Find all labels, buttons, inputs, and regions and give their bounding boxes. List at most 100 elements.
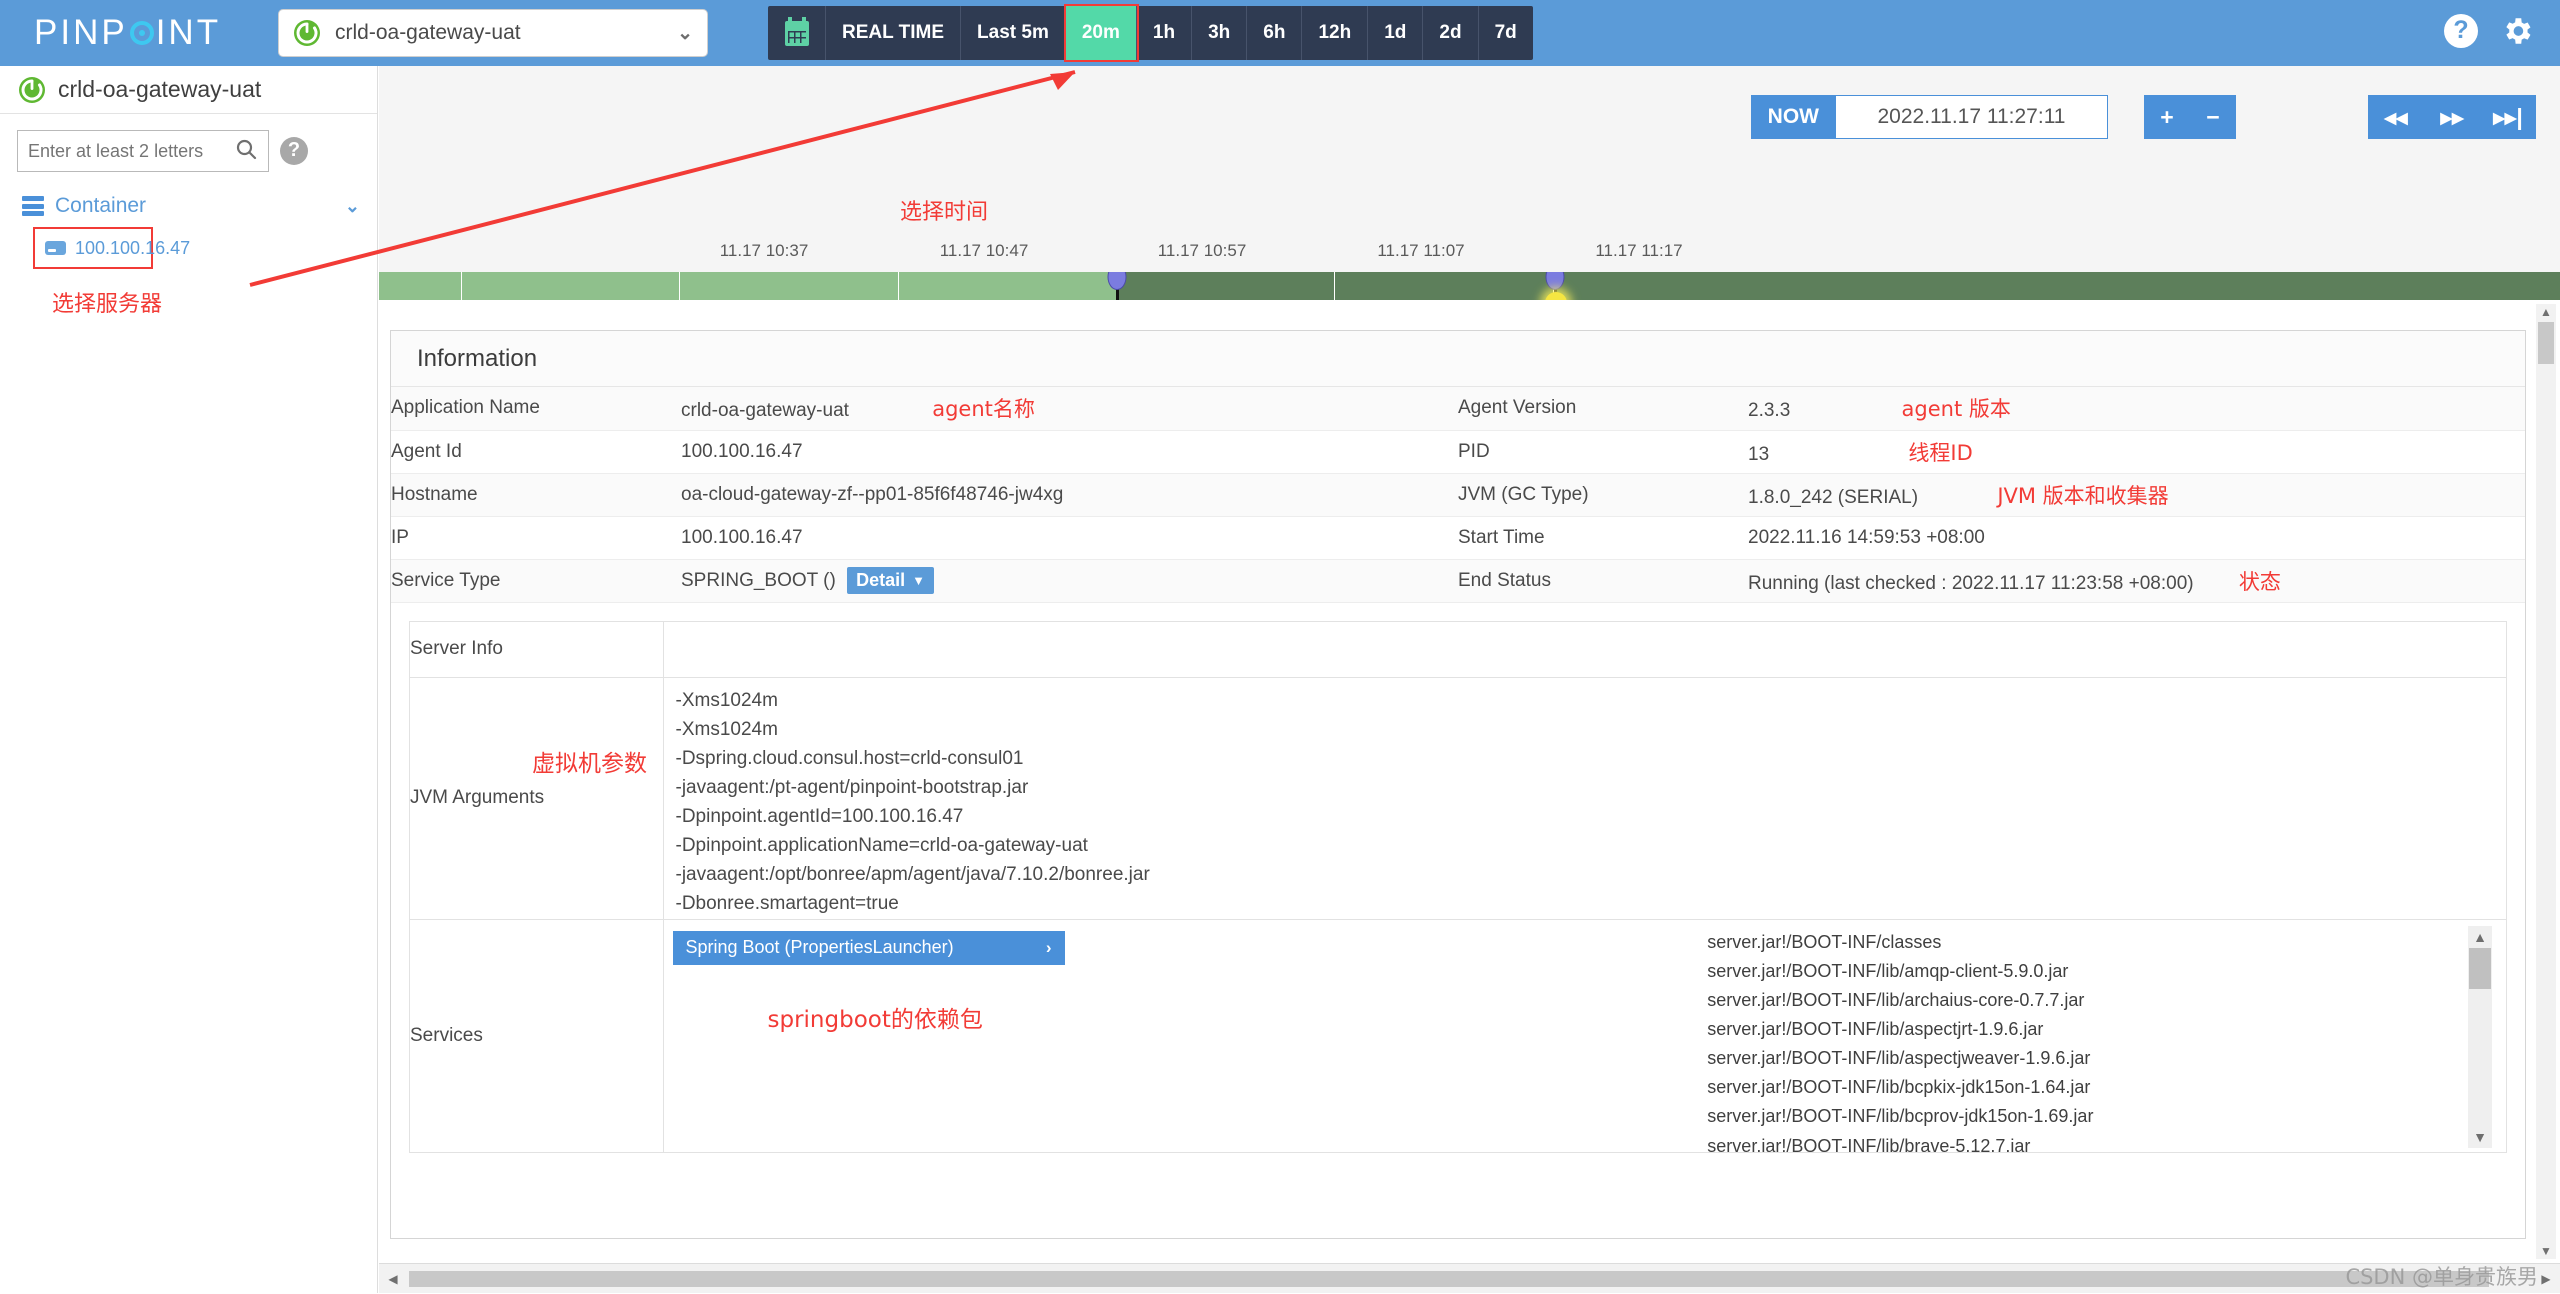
chevron-right-icon: › bbox=[1046, 938, 1052, 958]
range-1d[interactable]: 1d bbox=[1368, 6, 1423, 60]
scroll-left-icon[interactable]: ◀ bbox=[381, 1264, 405, 1294]
row-value: 13 线程ID bbox=[1748, 430, 2525, 473]
sidebar-item-agent-node[interactable]: 100.100.16.47 bbox=[33, 227, 153, 269]
search-box[interactable] bbox=[17, 130, 269, 172]
table-row: Service Type SPRING_BOOT () Detail ▼ End… bbox=[391, 559, 2525, 602]
zoom-out-button[interactable]: − bbox=[2190, 95, 2236, 139]
jvm-arguments-value: -Xms1024m -Xms1024m -Dspring.cloud.consu… bbox=[663, 678, 2506, 920]
scrollbar-thumb[interactable] bbox=[2538, 322, 2554, 364]
row-key: Hostname bbox=[391, 473, 681, 516]
jvm-arg: -javaagent:/opt/bonree/apm/agent/java/7.… bbox=[676, 860, 2507, 889]
main-content: Information Application Name crld-oa-gat… bbox=[379, 300, 2560, 1263]
help-icon[interactable]: ? bbox=[2444, 14, 2478, 48]
now-button[interactable]: NOW bbox=[1751, 95, 1836, 139]
scroll-down-icon[interactable]: ▼ bbox=[2468, 1128, 2492, 1146]
logo-text-before: PINP bbox=[34, 13, 128, 53]
scroll-up-icon[interactable]: ▲ bbox=[2536, 304, 2556, 320]
table-row: Application Name crld-oa-gateway-uat age… bbox=[391, 387, 2525, 430]
sidebar-group-container[interactable]: Container ⌄ bbox=[22, 194, 360, 218]
row-value: Running (last checked : 2022.11.17 11:23… bbox=[1748, 559, 2525, 602]
page-title: Information bbox=[391, 331, 2525, 387]
content-vertical-scrollbar[interactable]: ▲ ▼ bbox=[2536, 304, 2556, 1259]
row-key: Application Name bbox=[391, 387, 681, 430]
search-input[interactable] bbox=[28, 141, 228, 162]
sidebar-item-label: 100.100.16.47 bbox=[75, 238, 190, 259]
content-horizontal-scrollbar[interactable]: ◀ ▶ bbox=[379, 1263, 2560, 1293]
range-20m[interactable]: 20m bbox=[1066, 6, 1137, 60]
calendar-icon[interactable] bbox=[768, 6, 826, 60]
agent-version-value: 2.3.3 bbox=[1748, 400, 1790, 421]
logo-text-after: INT bbox=[156, 13, 221, 53]
list-item: server.jar!/BOOT-INF/lib/bcpkix-jdk15on-… bbox=[1707, 1073, 2506, 1102]
annotation-jvm-args: 虚拟机参数 bbox=[532, 744, 647, 778]
row-value: crld-oa-gateway-uat agent名称 bbox=[681, 387, 1458, 430]
range-3h[interactable]: 3h bbox=[1192, 6, 1247, 60]
annotation-agent-version: agent 版本 bbox=[1902, 397, 2011, 421]
scroll-down-icon[interactable]: ▼ bbox=[2536, 1243, 2556, 1259]
services-label: Services bbox=[410, 919, 663, 1152]
sidebar-help-icon[interactable]: ? bbox=[280, 137, 308, 165]
jvm-gc-type-value: 1.8.0_242 (SERIAL) bbox=[1748, 487, 1918, 508]
list-item: server.jar!/BOOT-INF/classes bbox=[1707, 928, 2506, 957]
timeline-nav-controls: ◂◂ ▸▸ ▸▸| bbox=[2368, 95, 2536, 139]
row-value: 2.3.3 agent 版本 bbox=[1748, 387, 2525, 430]
sidebar-group-label: Container bbox=[55, 194, 146, 218]
help-icon-glyph: ? bbox=[2444, 14, 2478, 48]
scrollbar-thumb[interactable] bbox=[409, 1271, 2489, 1287]
row-key: JVM (GC Type) bbox=[1458, 473, 1748, 516]
logo-o-icon bbox=[130, 21, 154, 45]
service-item-spring-boot[interactable]: Spring Boot (PropertiesLauncher) › bbox=[673, 931, 1065, 965]
services-jar-list: server.jar!/BOOT-INF/classes server.jar!… bbox=[1695, 920, 2506, 1152]
range-7d[interactable]: 7d bbox=[1479, 6, 1533, 60]
jvm-arguments-label: JVM Arguments bbox=[410, 787, 544, 808]
timeline-tick: 11.17 10:47 bbox=[940, 241, 1029, 261]
range-2d[interactable]: 2d bbox=[1423, 6, 1478, 60]
jvm-arg: -Dbonree.smartagent=true bbox=[676, 889, 2507, 918]
range-6h[interactable]: 6h bbox=[1247, 6, 1302, 60]
row-key: PID bbox=[1458, 430, 1748, 473]
list-item: server.jar!/BOOT-INF/lib/aspectjrt-1.9.6… bbox=[1707, 1015, 2506, 1044]
row-key: IP bbox=[391, 516, 681, 559]
zoom-in-button[interactable]: + bbox=[2144, 95, 2190, 139]
table-row: Agent Id 100.100.16.47 PID 13 线程ID bbox=[391, 430, 2525, 473]
now-datetime-control: NOW 2022.11.17 11:27:11 bbox=[1751, 95, 2108, 139]
jvm-arg: -javaagent:/pt-agent/pinpoint-bootstrap.… bbox=[676, 773, 2507, 802]
scroll-up-icon[interactable]: ▲ bbox=[2468, 928, 2492, 946]
jvm-arg: -Dpinpoint.applicationName=crld-oa-gatew… bbox=[676, 831, 2507, 860]
application-selector-value: crld-oa-gateway-uat bbox=[335, 21, 521, 45]
table-row-jvm-arguments: JVM Arguments 虚拟机参数 -Xms1024m -Xms1024m … bbox=[410, 678, 2506, 920]
row-key: Service Type bbox=[391, 559, 681, 602]
detail-button[interactable]: Detail ▼ bbox=[847, 567, 934, 594]
row-key: Agent Version bbox=[1458, 387, 1748, 430]
range-realtime[interactable]: REAL TIME bbox=[826, 6, 961, 60]
information-table: Application Name crld-oa-gateway-uat age… bbox=[391, 387, 2525, 603]
agent-id-value: 100.100.16.47 bbox=[681, 430, 1458, 473]
sidebar: crld-oa-gateway-uat ? Container ⌄ 100.10… bbox=[0, 66, 378, 1293]
range-last5m[interactable]: Last 5m bbox=[961, 6, 1066, 60]
chevron-down-icon[interactable]: ⌄ bbox=[345, 196, 360, 217]
timeline-tick: 11.17 10:57 bbox=[1158, 241, 1247, 261]
timeline-tick: 11.17 10:37 bbox=[720, 241, 809, 261]
nav-forward-button[interactable]: ▸▸ bbox=[2424, 95, 2480, 139]
spring-boot-icon bbox=[293, 19, 321, 47]
nav-back-button[interactable]: ◂◂ bbox=[2368, 95, 2424, 139]
services-value: Spring Boot (PropertiesLauncher) › sprin… bbox=[663, 919, 2506, 1152]
datetime-field[interactable]: 2022.11.17 11:27:11 bbox=[1836, 95, 2108, 139]
zoom-controls: + − bbox=[2144, 95, 2236, 139]
list-item: server.jar!/BOOT-INF/lib/amqp-client-5.9… bbox=[1707, 957, 2506, 986]
detail-button-label: Detail bbox=[856, 570, 905, 591]
application-selector[interactable]: crld-oa-gateway-uat ⌄ bbox=[278, 9, 708, 57]
gear-icon[interactable] bbox=[2500, 14, 2534, 48]
search-icon[interactable] bbox=[234, 137, 258, 166]
pinpoint-logo: PINP INT bbox=[34, 13, 221, 53]
services-left-pane: Spring Boot (PropertiesLauncher) › sprin… bbox=[664, 920, 1696, 1152]
table-row: Hostname oa-cloud-gateway-zf--pp01-85f6f… bbox=[391, 473, 2525, 516]
nav-latest-button[interactable]: ▸▸| bbox=[2480, 95, 2536, 139]
start-time-value: 2022.11.16 14:59:53 +08:00 bbox=[1748, 516, 2525, 559]
scrollbar-thumb[interactable] bbox=[2469, 948, 2491, 989]
range-1h[interactable]: 1h bbox=[1137, 6, 1192, 60]
range-12h[interactable]: 12h bbox=[1302, 6, 1368, 60]
timeline-tick: 11.17 11:17 bbox=[1595, 241, 1682, 261]
services-scrollbar[interactable]: ▲ ▼ bbox=[2468, 926, 2492, 1148]
annotation-agent-name: agent名称 bbox=[932, 397, 1035, 421]
